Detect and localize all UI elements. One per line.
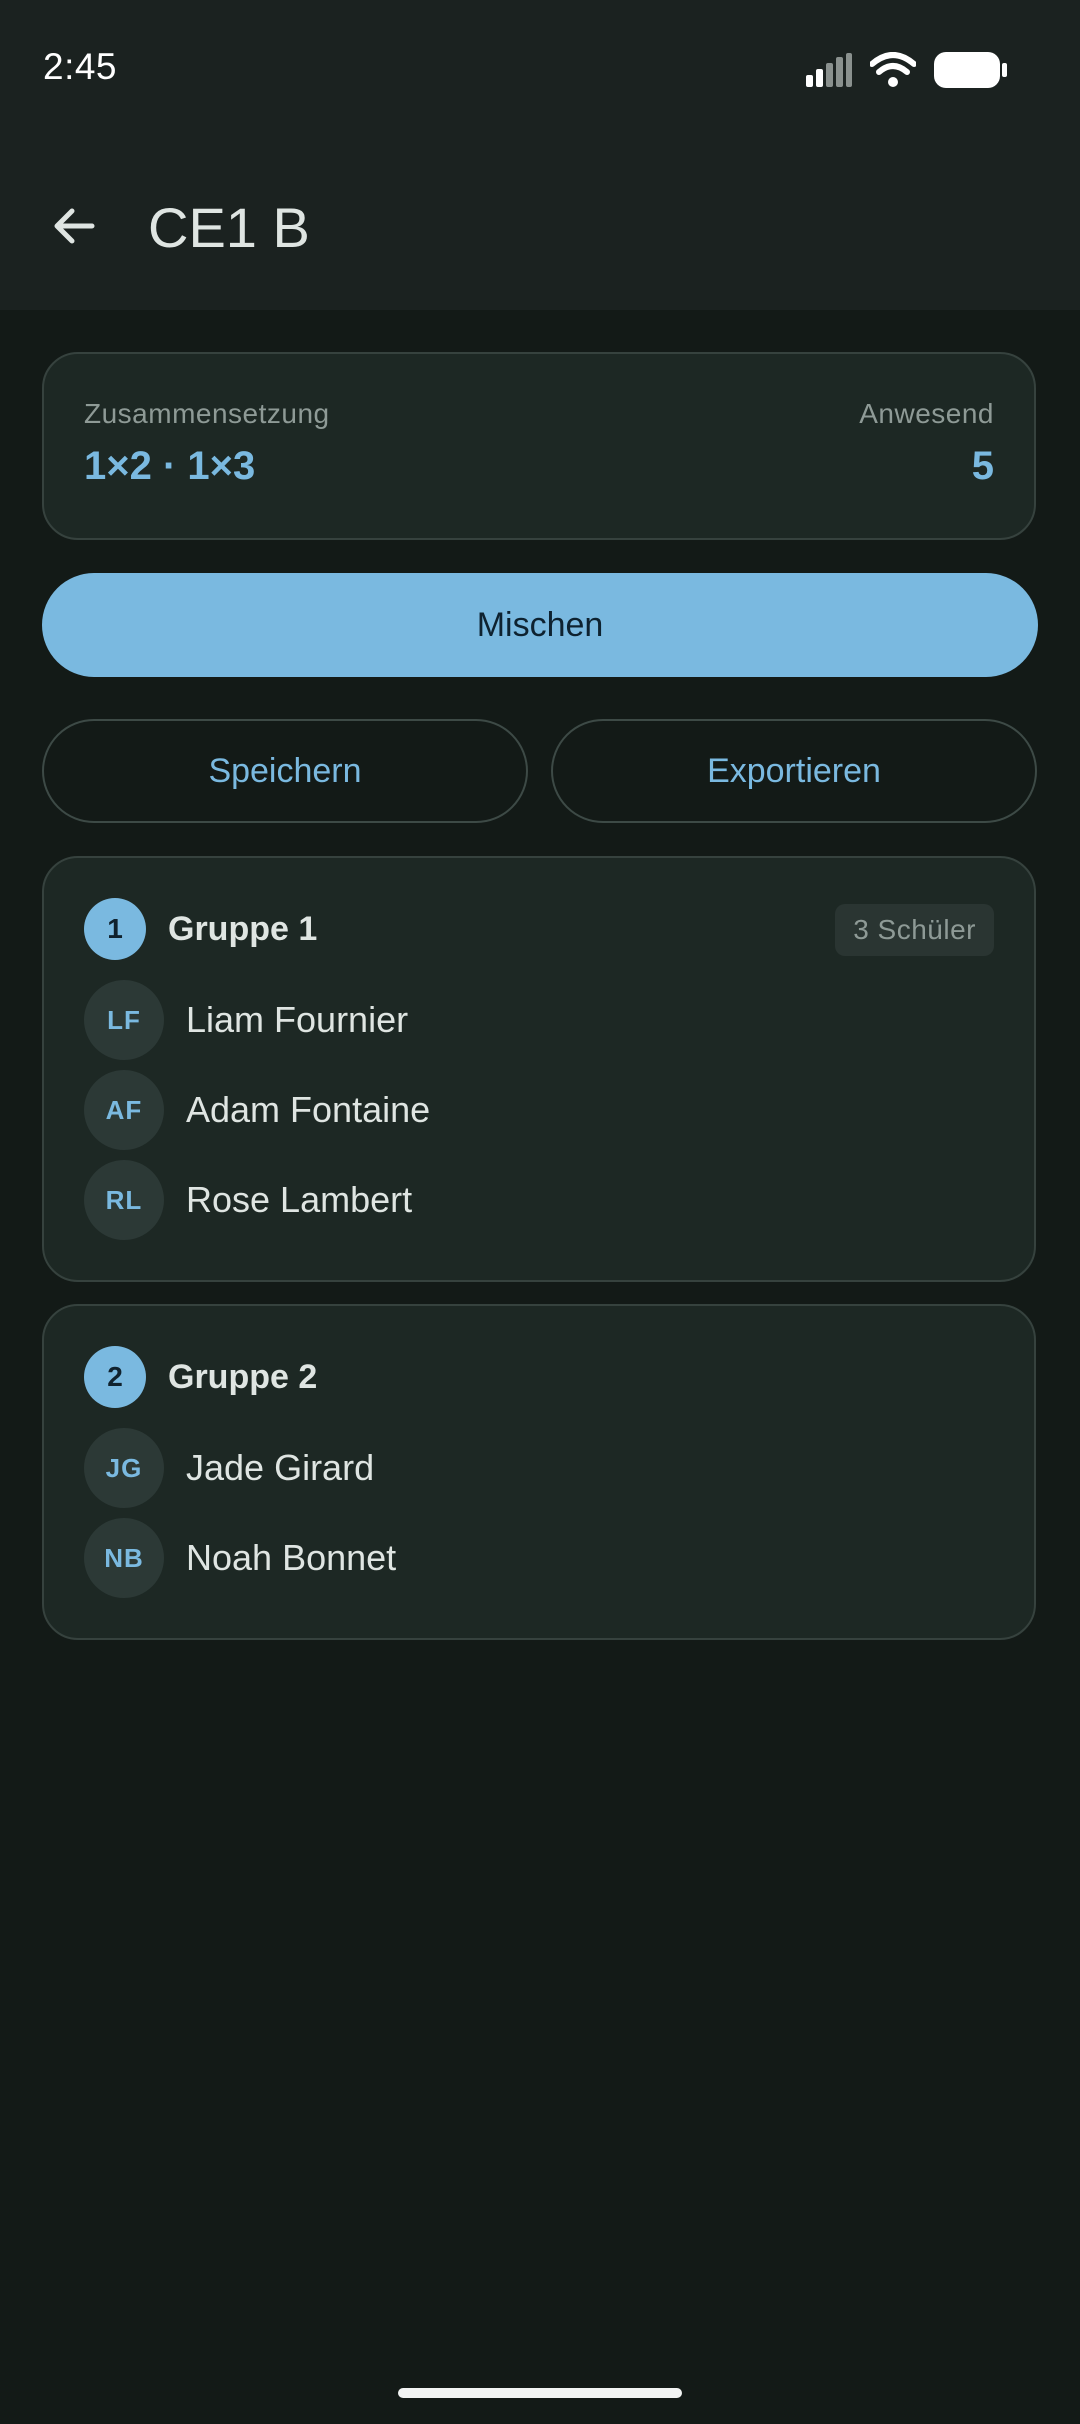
home-indicator[interactable] — [398, 2388, 682, 2398]
status-time: 2:45 — [43, 46, 118, 87]
list-item[interactable]: AF Adam Fontaine — [84, 1070, 430, 1150]
group-name: Gruppe 2 — [168, 1357, 318, 1396]
student-name: Adam Fontaine — [186, 1089, 431, 1130]
back-button[interactable] — [36, 190, 112, 266]
page-title: CE1 B — [148, 196, 310, 259]
present-count: 5 — [971, 444, 994, 488]
arrow-left-icon — [50, 202, 98, 255]
avatar: RL — [84, 1160, 164, 1240]
status-icons — [806, 52, 1008, 93]
list-item[interactable]: JG Jade Girard — [84, 1428, 374, 1508]
summary-card: Zusammensetzung 1×2 · 1×3 Anwesend 5 — [42, 352, 1036, 540]
avatar: NB — [84, 1518, 164, 1598]
battery-icon — [934, 52, 1008, 93]
present-label: Anwesend — [859, 398, 994, 429]
student-name: Rose Lambert — [186, 1179, 413, 1220]
list-item[interactable]: RL Rose Lambert — [84, 1160, 412, 1240]
group-name: Gruppe 1 — [168, 909, 318, 948]
student-name: Noah Bonnet — [186, 1537, 397, 1578]
group-card-1: 1 Gruppe 1 3 Schüler LF Liam Fournier AF… — [42, 856, 1036, 1282]
student-count-badge: 3 Schüler — [835, 904, 994, 956]
student-name: Jade Girard — [186, 1447, 375, 1488]
app-bar: 2:45 CE1 B — [0, 0, 1080, 310]
avatar: JG — [84, 1428, 164, 1508]
student-name: Liam Fournier — [186, 999, 409, 1040]
list-item[interactable]: LF Liam Fournier — [84, 980, 408, 1060]
composition-value: 1×2 · 1×3 — [84, 444, 256, 488]
signal-icon — [806, 53, 852, 92]
shuffle-button[interactable]: Mischen — [42, 573, 1038, 677]
save-button[interactable]: Speichern — [42, 719, 528, 823]
wifi-icon — [869, 52, 917, 93]
avatar: AF — [84, 1070, 164, 1150]
group-number-badge: 2 — [84, 1346, 146, 1408]
list-item[interactable]: NB Noah Bonnet — [84, 1518, 396, 1598]
group-number-badge: 1 — [84, 898, 146, 960]
avatar: LF — [84, 980, 164, 1060]
export-button[interactable]: Exportieren — [551, 719, 1037, 823]
composition-label: Zusammensetzung — [84, 398, 330, 429]
group-header: 1 Gruppe 1 — [84, 898, 317, 960]
group-card-2: 2 Gruppe 2 JG Jade Girard NB Noah Bonnet — [42, 1304, 1036, 1640]
group-header: 2 Gruppe 2 — [84, 1346, 317, 1408]
